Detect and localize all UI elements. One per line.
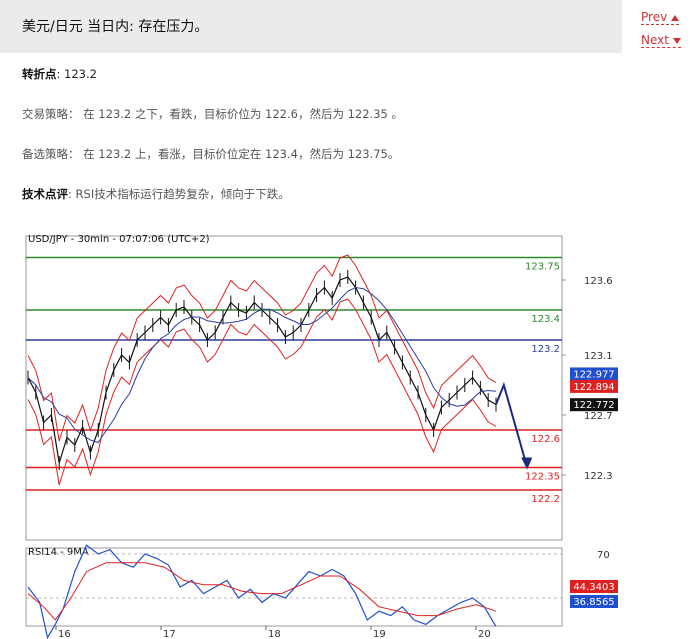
pivot-label: 转折点 [22,67,57,81]
chart-title: USD/JPY - 30min - 07:07:06 (UTC+2) [28,234,210,245]
price-axis-tick: 122.7 [584,411,613,422]
strategy-text: ： 在 123.2 之下，看跌，目标价位为 122.6，然后为 122.35 。 [68,107,404,121]
alt-strategy-paragraph: 备选策略： 在 123.2 上，看涨，目标价位定在 123.4，然后为 123.… [22,146,399,162]
strategy-paragraph: 交易策略： 在 123.2 之下，看跌，目标价位为 122.6，然后为 122.… [22,106,403,122]
level-label: 123.4 [531,314,560,325]
prev-link[interactable]: Prev [641,10,680,25]
price-chart: USD/JPY - 30min - 07:07:06 (UTC+2) 123.6 1… [25,234,618,639]
pivot-value: : 123.2 [56,67,97,81]
x-axis-tick: 19 [373,629,386,639]
rsi-tag-label: 36.8565 [573,597,614,608]
level-label: 123.75 [525,262,560,273]
alt-strategy-label: 备选策略 [22,147,68,161]
rsi-label: RSI14 - 9MA [28,547,89,558]
comment-text: : RSI技术指标运行趋势复杂，倾向于下跌。 [68,187,290,201]
price-tag-label: 122.894 [573,382,614,393]
price-axis-tick: 123.1 [584,351,613,362]
price-tag-label: 122.772 [573,400,614,411]
level-label: 123.2 [531,344,560,355]
x-axis-tick: 18 [268,629,281,639]
next-label: Next [641,33,669,47]
alt-strategy-text: ： 在 123.2 上，看涨，目标价位定在 123.4，然后为 123.75。 [68,147,400,161]
prev-label: Prev [641,10,668,24]
x-axis-tick: 16 [58,629,71,639]
next-link[interactable]: Next [641,33,681,48]
x-axis-tick: 20 [478,629,491,639]
level-label: 122.6 [531,434,560,445]
price-axis-tick: 123.6 [584,276,613,287]
x-axis-tick: 17 [163,629,176,639]
strategy-label: 交易策略 [22,107,68,121]
level-label: 122.2 [531,494,560,505]
page-title: 美元/日元 当日内: 存在压力。 [22,19,209,35]
price-axis-tick: 122.3 [584,471,613,482]
pivot-paragraph: 转折点: 123.2 [22,66,97,82]
chevron-down-icon [672,37,681,44]
comment-label: 技术点评 [22,187,68,201]
header-bar: 美元/日元 当日内: 存在压力。 [0,0,622,53]
chevron-up-icon [671,14,680,21]
rsi-tag-label: 44.3403 [573,582,614,593]
level-label: 122.35 [525,472,560,483]
rsi-panel [25,547,563,627]
rsi-axis-tick: 70 [597,550,610,561]
price-tag-label: 122.977 [573,369,614,380]
comment-paragraph: 技术点评: RSI技术指标运行趋势复杂，倾向于下跌。 [22,186,290,202]
